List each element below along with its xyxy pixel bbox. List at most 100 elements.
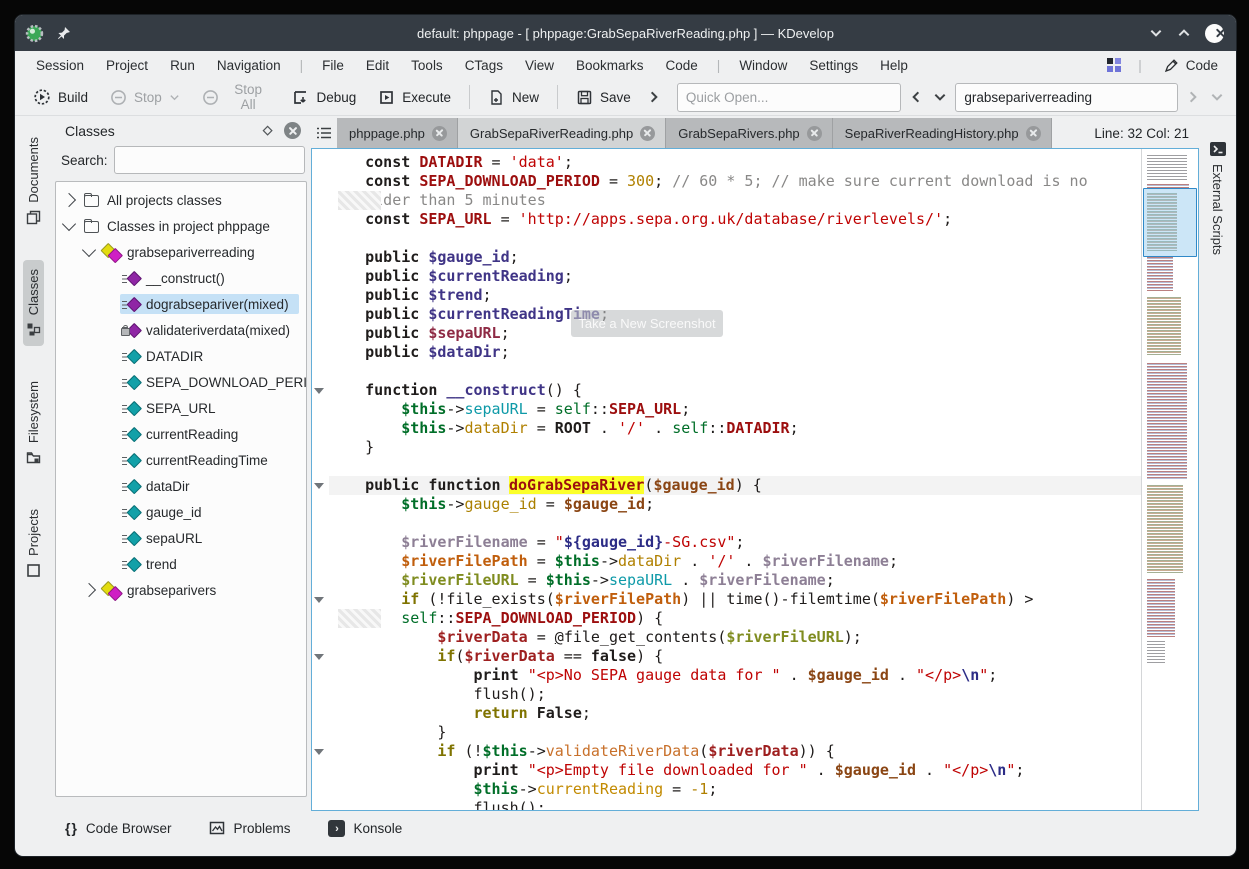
- code-line[interactable]: function __construct() {: [312, 381, 1141, 400]
- code-line[interactable]: public $trend;: [312, 286, 1141, 305]
- menu-item-run[interactable]: Run: [161, 55, 204, 76]
- code-line[interactable]: flush();: [312, 799, 1141, 810]
- code-line[interactable]: [312, 457, 1141, 476]
- tree-item-sepa-download-period[interactable]: SEPA_DOWNLOAD_PERIOD: [56, 369, 306, 395]
- tab-grabsepariverreading-php[interactable]: GrabSepaRiverReading.php: [458, 118, 666, 148]
- tab-close-icon[interactable]: [640, 126, 655, 141]
- build-button[interactable]: Build: [25, 84, 96, 110]
- search-prev-button[interactable]: [907, 88, 925, 106]
- fold-marker-icon[interactable]: [312, 381, 329, 400]
- code-line[interactable]: if($riverData == false) {: [312, 647, 1141, 666]
- menu-item-file[interactable]: File: [313, 55, 353, 76]
- tree-item-currentreading[interactable]: currentReading: [56, 421, 306, 447]
- maximize-button[interactable]: [1177, 26, 1191, 40]
- code-line[interactable]: [312, 229, 1141, 248]
- menu-item-tools[interactable]: Tools: [402, 55, 452, 76]
- menu-item-ctags[interactable]: CTags: [456, 55, 512, 76]
- menu-item-code[interactable]: Code: [657, 55, 707, 76]
- dock-tab-projects[interactable]: Projects: [23, 500, 44, 587]
- expander-open-icon[interactable]: [82, 243, 96, 257]
- code-line[interactable]: older than 5 minutes: [312, 191, 1141, 210]
- code-line[interactable]: if (!file_exists($riverFilePath) || time…: [312, 590, 1141, 609]
- debug-button[interactable]: Debug: [284, 85, 364, 110]
- code-line[interactable]: self::SEPA_DOWNLOAD_PERIOD) {: [312, 609, 1141, 628]
- sidebar-close-icon[interactable]: [284, 122, 301, 139]
- area-switcher[interactable]: Code: [1158, 56, 1224, 75]
- fold-marker-icon[interactable]: [312, 742, 329, 761]
- titlebar[interactable]: default: phppage - [ phppage:GrabSepaRiv…: [15, 15, 1236, 51]
- code-line[interactable]: const SEPA_DOWNLOAD_PERIOD = 300; // 60 …: [312, 172, 1141, 191]
- code-line[interactable]: $riverFilename = "${gauge_id}-SG.csv";: [312, 533, 1141, 552]
- close-button[interactable]: [1205, 24, 1224, 43]
- tree-item-grabsepariverreading[interactable]: grabsepariverreading: [56, 239, 306, 265]
- code-line[interactable]: public function doGrabSepaRiver($gauge_i…: [312, 476, 1141, 495]
- fold-marker-icon[interactable]: [312, 476, 329, 495]
- tab-grabseparivers-php[interactable]: GrabSepaRivers.php: [666, 118, 832, 148]
- code-line[interactable]: const DATADIR = 'data';: [312, 153, 1141, 172]
- tree-item-datadir[interactable]: dataDir: [56, 473, 306, 499]
- dock-tab-external-scripts[interactable]: External Scripts: [1206, 132, 1230, 264]
- menu-item-help[interactable]: Help: [871, 55, 917, 76]
- fold-marker-icon[interactable]: [312, 590, 329, 609]
- stop-button[interactable]: Stop: [102, 85, 188, 110]
- code-editor[interactable]: const DATADIR = 'data'; const SEPA_DOWNL…: [312, 149, 1141, 810]
- statusbar-konsole-button[interactable]: ›Konsole: [324, 818, 406, 839]
- tree-item-classes-in-project-phppage[interactable]: Classes in project phppage: [56, 213, 306, 239]
- tree-item-grabseparivers[interactable]: grabseparivers: [56, 577, 306, 603]
- tree-item-trend[interactable]: trend: [56, 551, 306, 577]
- code-line[interactable]: $riverFileURL = $this->sepaURL . $riverF…: [312, 571, 1141, 590]
- quick-open-input[interactable]: [677, 83, 902, 112]
- tab-close-icon[interactable]: [432, 126, 447, 141]
- code-line[interactable]: print "<p>No SEPA gauge data for " . $ga…: [312, 666, 1141, 685]
- minimize-button[interactable]: [1149, 26, 1163, 40]
- code-line[interactable]: [312, 362, 1141, 381]
- tree-item-all-projects-classes[interactable]: All projects classes: [56, 187, 306, 213]
- code-line[interactable]: $this->sepaURL = self::SEPA_URL;: [312, 400, 1141, 419]
- menu-item-view[interactable]: View: [516, 55, 563, 76]
- tree-item-datadir[interactable]: DATADIR: [56, 343, 306, 369]
- code-viewport[interactable]: const DATADIR = 'data'; const SEPA_DOWNL…: [311, 148, 1199, 811]
- minimap-viewport[interactable]: [1143, 188, 1197, 257]
- dock-tab-classes[interactable]: Classes: [23, 260, 44, 346]
- expander-closed-icon[interactable]: [82, 583, 96, 597]
- menu-item-bookmarks[interactable]: Bookmarks: [567, 55, 653, 76]
- menu-item-session[interactable]: Session: [27, 55, 93, 76]
- code-line[interactable]: $this->gauge_id = $gauge_id;: [312, 495, 1141, 514]
- working-set-icon[interactable]: [1106, 57, 1122, 73]
- code-line[interactable]: public $dataDir;: [312, 343, 1141, 362]
- minimap-scrollbar[interactable]: [1141, 149, 1198, 810]
- code-line[interactable]: }: [312, 723, 1141, 742]
- tree-item-sepaurl[interactable]: sepaURL: [56, 525, 306, 551]
- pin-icon[interactable]: [56, 25, 72, 41]
- tree-item-gauge-id[interactable]: gauge_id: [56, 499, 306, 525]
- code-line[interactable]: public $currentReadingTime;: [312, 305, 1141, 324]
- code-line[interactable]: [312, 514, 1141, 533]
- toolbar-overflow-button[interactable]: [645, 88, 663, 106]
- fold-marker-icon[interactable]: [312, 647, 329, 666]
- search-next-button[interactable]: [1184, 88, 1202, 106]
- code-line[interactable]: return False;: [312, 704, 1141, 723]
- menu-item-settings[interactable]: Settings: [800, 55, 867, 76]
- menu-item-project[interactable]: Project: [97, 55, 157, 76]
- code-line[interactable]: if (!$this->validateRiverData($riverData…: [312, 742, 1141, 761]
- search-options-button[interactable]: [931, 88, 949, 106]
- tree-item-currentreadingtime[interactable]: currentReadingTime: [56, 447, 306, 473]
- tab-phppage-php[interactable]: phppage.php: [337, 118, 458, 148]
- code-line[interactable]: $this->currentReading = -1;: [312, 780, 1141, 799]
- tree-item-validateriverdata-mixed[interactable]: validateriverdata(mixed): [56, 317, 306, 343]
- class-search-input[interactable]: [114, 146, 305, 174]
- expander-open-icon[interactable]: [62, 217, 76, 231]
- dock-tab-filesystem[interactable]: Filesystem: [23, 372, 44, 474]
- expander-closed-icon[interactable]: [62, 193, 76, 207]
- execute-button[interactable]: Execute: [370, 85, 459, 110]
- menu-item-navigation[interactable]: Navigation: [208, 55, 290, 76]
- dock-tab-documents[interactable]: Documents: [23, 128, 44, 234]
- new-button[interactable]: New: [480, 85, 547, 110]
- tree-item-construct[interactable]: __construct(): [56, 265, 306, 291]
- code-line[interactable]: $riverFilePath = $this->dataDir . '/' . …: [312, 552, 1141, 571]
- statusbar-code-browser-button[interactable]: {}Code Browser: [61, 818, 175, 838]
- tree-item-sepa-url[interactable]: SEPA_URL: [56, 395, 306, 421]
- tab-close-icon[interactable]: [1026, 126, 1041, 141]
- code-line[interactable]: public $sepaURL;: [312, 324, 1141, 343]
- code-line[interactable]: print "<p>Empty file downloaded for " . …: [312, 761, 1141, 780]
